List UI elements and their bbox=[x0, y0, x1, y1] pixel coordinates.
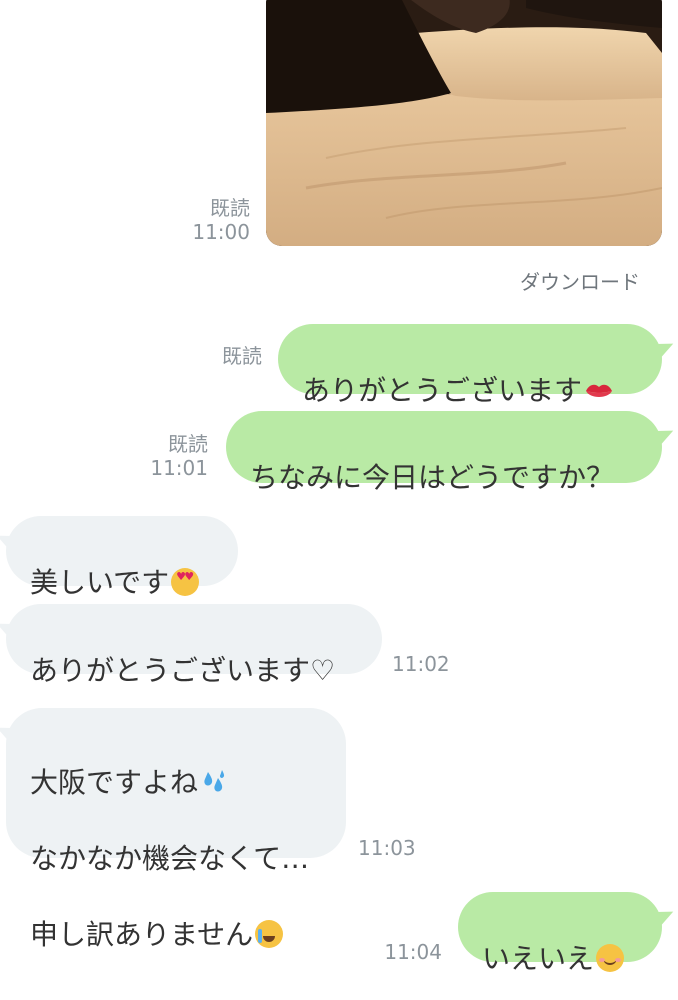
message-bubble-incoming[interactable]: ありがとうございます♡ bbox=[6, 604, 382, 687]
message-bubble-incoming[interactable]: 大阪ですよね なかなか機会なくて… 申し訳ありません bbox=[6, 708, 346, 951]
message-bubble-outgoing[interactable]: ちなみに今日はどうですか？ bbox=[226, 411, 662, 494]
read-receipt: 既読 bbox=[222, 344, 262, 368]
smiling-face-icon bbox=[596, 944, 625, 972]
read-receipt: 既読 bbox=[210, 196, 250, 220]
message-line: なかなか機会なくて… bbox=[30, 842, 310, 875]
sweat-droplets-icon bbox=[200, 768, 228, 796]
message-time: 11:02 bbox=[392, 652, 450, 676]
message-time: 11:01 bbox=[150, 456, 208, 480]
message-text: いえいえ bbox=[482, 942, 595, 975]
crying-face-icon bbox=[255, 920, 284, 948]
kiss-lips-icon bbox=[584, 375, 614, 397]
message-text: ちなみに今日はどうですか？ bbox=[250, 461, 615, 494]
message-text: ありがとうございます♡ bbox=[30, 654, 336, 687]
message-time: 11:04 bbox=[384, 940, 442, 964]
download-link[interactable]: ダウンロード bbox=[520, 266, 640, 295]
message-time: 11:00 bbox=[192, 220, 250, 244]
message-time: 11:03 bbox=[358, 836, 416, 860]
heart-eyes-face-icon bbox=[171, 568, 200, 596]
message-line: 申し訳ありません bbox=[30, 918, 254, 951]
message-bubble-outgoing[interactable]: いえいえ bbox=[458, 892, 662, 975]
message-bubble-incoming[interactable]: 美しいです bbox=[6, 516, 238, 599]
read-receipt: 既読 bbox=[168, 432, 208, 456]
message-text: 美しいです bbox=[30, 566, 170, 599]
shared-photo[interactable] bbox=[266, 0, 662, 246]
message-line: 大阪ですよね bbox=[30, 766, 199, 799]
message-text: ありがとうございます bbox=[302, 374, 583, 407]
message-bubble-outgoing[interactable]: ありがとうございます bbox=[278, 324, 662, 407]
